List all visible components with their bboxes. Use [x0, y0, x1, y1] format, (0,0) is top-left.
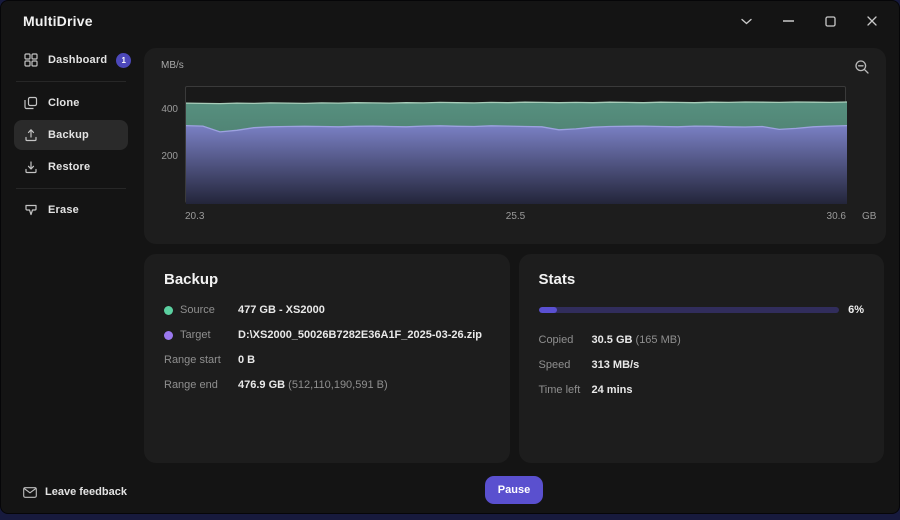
range-start-row: Range start 0 B	[164, 354, 490, 366]
y-axis-tick: 400	[161, 104, 178, 116]
sidebar-item-dashboard[interactable]: Dashboard 1	[14, 45, 132, 75]
stats-card-title: Stats	[538, 271, 576, 288]
range-end-label: Range end	[164, 379, 218, 391]
sidebar-divider	[16, 188, 126, 189]
sidebar-item-clone[interactable]: Clone	[14, 88, 128, 118]
restore-download-icon	[24, 160, 39, 175]
footer-bar: Leave feedback Pause	[1, 463, 899, 513]
copied-value: 30.5 GB (165 MB)	[591, 334, 681, 346]
time-left-value: 24 mins	[591, 384, 633, 396]
stats-card: Stats 6% Copied 30.5 GB (165 MB) Speed 3…	[518, 254, 884, 463]
sidebar-item-label: Backup	[48, 129, 89, 141]
dashboard-badge: 1	[116, 52, 132, 68]
sidebar: Dashboard 1 Clone Backup Restore Erase	[1, 41, 141, 463]
range-start-label: Range start	[164, 354, 221, 366]
source-label: Source	[164, 304, 238, 316]
area-chart-svg	[185, 101, 848, 204]
envelope-icon	[23, 486, 37, 498]
close-button[interactable]	[861, 10, 883, 32]
sidebar-divider	[16, 81, 126, 82]
window-controls	[735, 10, 883, 32]
titlebar: MultiDrive	[1, 1, 899, 41]
sidebar-item-label: Restore	[48, 161, 91, 173]
x-axis-tick: 20.3	[185, 211, 205, 222]
backup-card: Backup Source 477 GB - XS2000 Target D:\…	[144, 254, 510, 463]
sidebar-item-backup[interactable]: Backup	[14, 120, 128, 150]
copied-label: Copied	[538, 334, 574, 346]
progress-row: 6%	[538, 304, 864, 316]
dashboard-grid-icon	[24, 53, 39, 68]
x-axis-tick: 25.5	[505, 211, 526, 222]
sidebar-item-restore[interactable]: Restore	[14, 152, 128, 182]
time-left-label: Time left	[538, 384, 581, 396]
x-axis-unit-label: GB	[862, 211, 877, 222]
sidebar-item-erase[interactable]: Erase	[14, 195, 128, 225]
plot-area: 400 200	[161, 86, 848, 204]
speed-value: 313 MB/s	[591, 359, 640, 371]
cards-row: Backup Source 477 GB - XS2000 Target D:\…	[144, 254, 884, 463]
y-axis-tick: 200	[161, 151, 178, 163]
target-value: D:\XS2000_50026B7282E36A1F_2025-03-26.zi…	[238, 329, 482, 341]
time-left-row: Time left 24 mins	[539, 384, 865, 396]
backup-card-title: Backup	[164, 271, 219, 288]
range-end-row: Range end 476.9 GB (512,110,190,591 B)	[164, 379, 490, 391]
source-value: 477 GB - XS2000	[238, 304, 325, 316]
erase-wiper-icon	[24, 203, 39, 218]
leave-feedback-link[interactable]: Leave feedback	[23, 486, 127, 498]
range-end-bytes: (512,110,190,591 B)	[288, 379, 388, 391]
x-axis-ticks: 20.3 25.5 30.6	[185, 211, 846, 222]
minimize-button[interactable]	[777, 10, 799, 32]
app-window: MultiDrive Dashboard 1 Clone Backup Rest…	[0, 0, 900, 514]
leave-feedback-label: Leave feedback	[45, 486, 127, 498]
main-content: MB/s 400 200 20.3 25.5 30.6 GB Backup So…	[141, 41, 899, 463]
sidebar-item-label: Clone	[48, 97, 80, 109]
x-axis-tick: 30.6	[826, 211, 846, 222]
backup-upload-icon	[24, 128, 39, 143]
target-row: Target D:\XS2000_50026B7282E36A1F_2025-0…	[164, 329, 490, 341]
speed-row: Speed 313 MB/s	[539, 359, 865, 371]
progress-percent: 6%	[848, 304, 864, 316]
app-title: MultiDrive	[23, 13, 93, 29]
clone-copy-icon	[24, 96, 39, 111]
progress-bar-fill	[538, 307, 557, 313]
chevron-down-icon[interactable]	[735, 10, 757, 32]
copied-row: Copied 30.5 GB (165 MB)	[539, 334, 865, 346]
target-dot-icon	[164, 330, 173, 340]
copied-delta: (165 MB)	[635, 334, 681, 346]
target-label: Target	[164, 329, 238, 341]
maximize-button[interactable]	[819, 10, 841, 32]
range-end-value: 476.9 GB (512,110,190,591 B)	[238, 379, 388, 391]
sidebar-item-label: Erase	[48, 204, 79, 216]
speed-label: Speed	[538, 359, 571, 371]
progress-bar	[538, 307, 840, 313]
sidebar-item-label: Dashboard	[48, 54, 108, 66]
range-start-value: 0 B	[238, 354, 256, 366]
source-dot-icon	[164, 305, 173, 315]
plot-box	[185, 86, 848, 204]
source-row: Source 477 GB - XS2000	[164, 304, 490, 316]
speed-chart-panel: MB/s 400 200 20.3 25.5 30.6 GB	[144, 48, 886, 244]
y-axis-unit-label: MB/s	[161, 60, 184, 71]
zoom-out-icon[interactable]	[852, 57, 872, 77]
pause-button[interactable]: Pause	[485, 476, 543, 504]
